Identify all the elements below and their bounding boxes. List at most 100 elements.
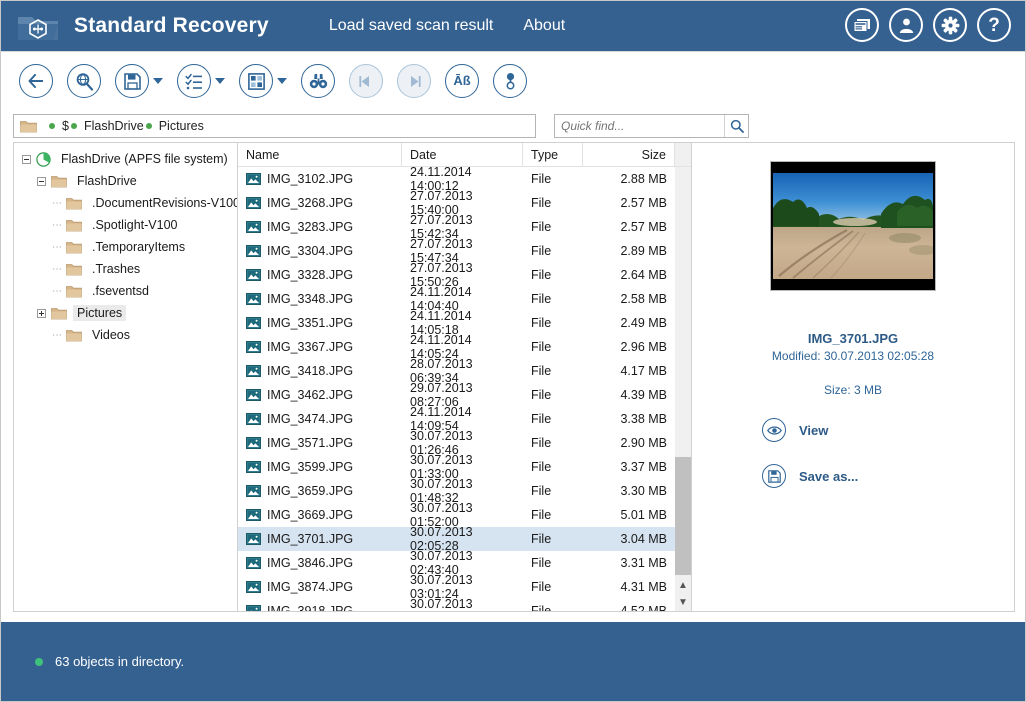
scroll-up-arrow-icon[interactable]: ▲ bbox=[675, 577, 691, 594]
cell-size: 2.57 MB bbox=[583, 220, 675, 234]
file-list-header: Name Date Type Size bbox=[238, 143, 691, 167]
user-account-icon[interactable] bbox=[889, 8, 923, 42]
cell-type: File bbox=[523, 508, 583, 522]
save-button[interactable] bbox=[115, 64, 149, 98]
cell-size: 5.01 MB bbox=[583, 508, 675, 522]
tree-item-pictures[interactable]: Pictures bbox=[14, 302, 237, 324]
table-row[interactable]: IMG_3418.JPG28.07.2013 06:39:34File4.17 … bbox=[238, 359, 675, 383]
view-action[interactable]: View bbox=[762, 418, 858, 442]
tree-item-flashdrive-volume[interactable]: FlashDrive (APFS file system) bbox=[14, 148, 237, 170]
help-question-icon[interactable]: ? bbox=[977, 8, 1011, 42]
table-row[interactable]: IMG_3268.JPG27.07.2013 15:40:00File2.57 … bbox=[238, 191, 675, 215]
breadcrumb[interactable]: $ FlashDrive Pictures bbox=[13, 114, 536, 138]
gear-settings-icon[interactable] bbox=[933, 8, 967, 42]
encoding-button[interactable]: Āß bbox=[445, 64, 479, 98]
file-list[interactable]: Name Date Type Size IMG_3102.JPG24.11.20… bbox=[237, 142, 692, 612]
breadcrumb-label-0[interactable]: $ bbox=[62, 119, 69, 133]
column-header-size[interactable]: Size bbox=[583, 143, 675, 166]
scan-search-button[interactable] bbox=[67, 64, 101, 98]
preview-modified: Modified: 30.07.2013 02:05:28 bbox=[692, 349, 1014, 363]
eye-icon bbox=[762, 418, 786, 442]
column-header-name[interactable]: Name bbox=[238, 143, 402, 166]
table-row[interactable]: IMG_3367.JPG24.11.2014 14:05:24File2.96 … bbox=[238, 335, 675, 359]
scrollbar-thumb[interactable] bbox=[675, 457, 691, 575]
status-bar: 63 objects in directory. bbox=[1, 622, 1026, 701]
next-button bbox=[397, 64, 431, 98]
tree-leaf-marker-icon: ⋯ bbox=[52, 331, 61, 340]
table-row[interactable]: IMG_3701.JPG30.07.2013 02:05:28File3.04 … bbox=[238, 527, 675, 551]
cell-name: IMG_3599.JPG bbox=[238, 460, 402, 474]
cell-type: File bbox=[523, 292, 583, 306]
file-list-scrollbar[interactable]: ▲ ▼ bbox=[675, 167, 691, 611]
cell-size: 3.30 MB bbox=[583, 484, 675, 498]
tree-item-videos[interactable]: ⋯ Videos bbox=[14, 324, 237, 346]
image-file-icon bbox=[246, 557, 261, 569]
filter-button[interactable] bbox=[493, 64, 527, 98]
tree-item-documentrevisions[interactable]: ⋯ .DocumentRevisions-V100 bbox=[14, 192, 237, 214]
view-mode-button[interactable] bbox=[239, 64, 273, 98]
cell-name: IMG_3367.JPG bbox=[238, 340, 402, 354]
table-row[interactable]: IMG_3599.JPG30.07.2013 01:33:00File3.37 … bbox=[238, 455, 675, 479]
tree-expander-collapse-icon[interactable] bbox=[37, 177, 46, 186]
table-row[interactable]: IMG_3669.JPG30.07.2013 01:52:00File5.01 … bbox=[238, 503, 675, 527]
folder-hex-logo-icon bbox=[17, 12, 59, 42]
table-row[interactable]: IMG_3659.JPG30.07.2013 01:48:32File3.30 … bbox=[238, 479, 675, 503]
table-row[interactable]: IMG_3571.JPG30.07.2013 01:26:46File2.90 … bbox=[238, 431, 675, 455]
tree-expander-collapse-icon[interactable] bbox=[22, 155, 31, 164]
breadcrumb-item-flashdrive[interactable]: FlashDrive bbox=[69, 119, 144, 133]
nav-about[interactable]: About bbox=[523, 17, 565, 35]
scroll-down-arrow-icon[interactable]: ▼ bbox=[675, 594, 691, 611]
table-row[interactable]: IMG_3351.JPG24.11.2014 14:05:18File2.49 … bbox=[238, 311, 675, 335]
table-row[interactable]: IMG_3918.JPG30.07.2013 03:43:50File4.52 … bbox=[238, 599, 675, 612]
application-window: Standard Recovery Load saved scan result… bbox=[0, 0, 1026, 702]
search-input[interactable] bbox=[555, 115, 724, 137]
tree-item-label: Pictures bbox=[73, 305, 126, 321]
table-row[interactable]: IMG_3304.JPG27.07.2013 15:47:34File2.89 … bbox=[238, 239, 675, 263]
find-binoculars-button[interactable] bbox=[301, 64, 335, 98]
table-row[interactable]: IMG_3846.JPG30.07.2013 02:43:40File3.31 … bbox=[238, 551, 675, 575]
breadcrumb-label-2[interactable]: Pictures bbox=[159, 119, 204, 133]
cell-size: 4.17 MB bbox=[583, 364, 675, 378]
cell-name: IMG_3268.JPG bbox=[238, 196, 402, 210]
column-header-pad bbox=[675, 143, 691, 166]
column-header-type[interactable]: Type bbox=[523, 143, 583, 166]
tree-item-fseventsd[interactable]: ⋯ .fseventsd bbox=[14, 280, 237, 302]
preview-thumbnail-frame[interactable] bbox=[770, 161, 936, 291]
breadcrumb-label-1[interactable]: FlashDrive bbox=[84, 119, 144, 133]
tree-leaf-marker-icon: ⋯ bbox=[52, 243, 61, 252]
folder-icon bbox=[66, 285, 82, 298]
table-row[interactable]: IMG_3102.JPG24.11.2014 14:00:12File2.88 … bbox=[238, 167, 675, 191]
preview-actions: View Save as... bbox=[762, 418, 858, 510]
folder-tree[interactable]: FlashDrive (APFS file system) FlashDrive… bbox=[13, 142, 237, 612]
table-row[interactable]: IMG_3874.JPG30.07.2013 03:01:24File4.31 … bbox=[238, 575, 675, 599]
view-mode-dropdown-caret-icon[interactable] bbox=[277, 78, 287, 84]
table-row[interactable]: IMG_3328.JPG27.07.2013 15:50:26File2.64 … bbox=[238, 263, 675, 287]
cell-name: IMG_3874.JPG bbox=[238, 580, 402, 594]
tree-item-label: Videos bbox=[88, 327, 134, 343]
tree-item-temporaryitems[interactable]: ⋯ .TemporaryItems bbox=[14, 236, 237, 258]
preview-panel: IMG_3701.JPG Modified: 30.07.2013 02:05:… bbox=[692, 142, 1015, 612]
tree-item-spotlight[interactable]: ⋯ .Spotlight-V100 bbox=[14, 214, 237, 236]
checklist-button[interactable] bbox=[177, 64, 211, 98]
save-as-action[interactable]: Save as... bbox=[762, 464, 858, 488]
table-row[interactable]: IMG_3348.JPG24.11.2014 14:04:40File2.58 … bbox=[238, 287, 675, 311]
table-row[interactable]: IMG_3283.JPG27.07.2013 15:42:34File2.57 … bbox=[238, 215, 675, 239]
search-icon[interactable] bbox=[724, 115, 748, 137]
table-row[interactable]: IMG_3462.JPG29.07.2013 08:27:06File4.39 … bbox=[238, 383, 675, 407]
folder-icon bbox=[51, 307, 67, 320]
cell-type: File bbox=[523, 220, 583, 234]
breadcrumb-item-pictures[interactable]: Pictures bbox=[144, 119, 204, 133]
tree-item-trashes[interactable]: ⋯ .Trashes bbox=[14, 258, 237, 280]
breadcrumb-item-root[interactable]: $ bbox=[47, 119, 69, 133]
tree-expander-expand-icon[interactable] bbox=[37, 309, 46, 318]
status-indicator-dot-icon bbox=[35, 658, 43, 666]
column-header-date[interactable]: Date bbox=[402, 143, 523, 166]
save-dropdown-caret-icon[interactable] bbox=[153, 78, 163, 84]
table-row[interactable]: IMG_3474.JPG24.11.2014 14:09:54File3.38 … bbox=[238, 407, 675, 431]
license-window-icon[interactable] bbox=[845, 8, 879, 42]
checklist-dropdown-caret-icon[interactable] bbox=[215, 78, 225, 84]
back-button[interactable] bbox=[19, 64, 53, 98]
tree-item-flashdrive[interactable]: FlashDrive bbox=[14, 170, 237, 192]
nav-load-saved-scan-result[interactable]: Load saved scan result bbox=[329, 17, 494, 35]
quick-find-box[interactable] bbox=[554, 114, 749, 138]
